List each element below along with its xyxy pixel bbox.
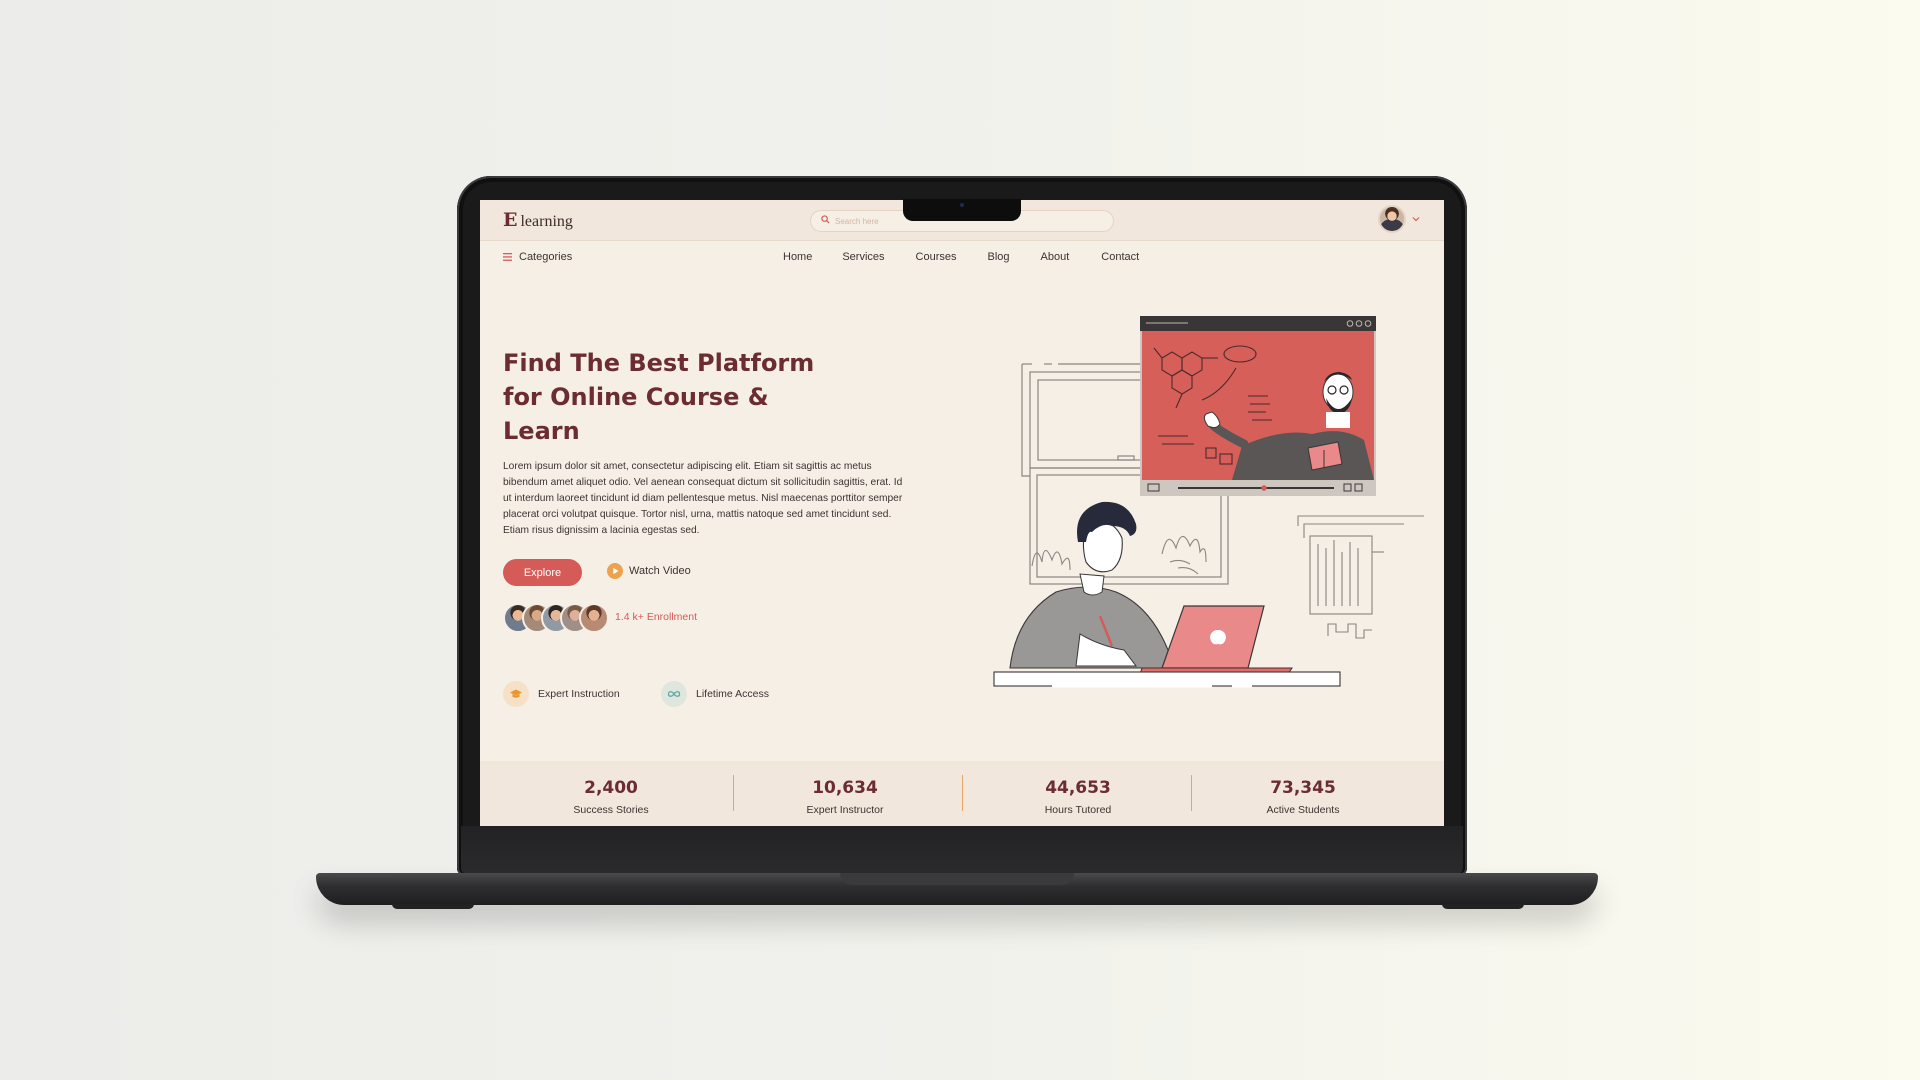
nav-about[interactable]: About xyxy=(1041,251,1070,263)
camera-icon xyxy=(960,203,964,207)
search-icon xyxy=(821,215,830,224)
nav-home[interactable]: Home xyxy=(783,251,812,263)
play-icon xyxy=(607,563,623,579)
nav-links: Home Services Courses Blog About Contact xyxy=(783,251,1139,263)
laptop-opening-notch xyxy=(840,873,1074,885)
stat-label: Active Students xyxy=(1266,804,1340,816)
feature-expert-instruction: Expert Instruction xyxy=(503,681,620,707)
chevron-down-icon[interactable] xyxy=(1412,215,1420,223)
stat-value: 2,400 xyxy=(584,778,638,798)
logo-mark: E xyxy=(503,209,518,231)
hero-description: Lorem ipsum dolor sit amet, consectetur … xyxy=(503,461,903,536)
infinity-icon xyxy=(661,681,687,707)
nav-contact[interactable]: Contact xyxy=(1101,251,1139,263)
categories-menu[interactable]: Categories xyxy=(503,251,572,263)
watch-video-label: Watch Video xyxy=(629,565,691,577)
logo[interactable]: E learning xyxy=(503,209,573,231)
website-screen: E learning Categories Home Service xyxy=(480,200,1444,826)
enrollment-count: 1.4 k+ Enrollment xyxy=(615,611,698,623)
hero-illustration xyxy=(993,316,1424,688)
stat-value: 44,653 xyxy=(1045,778,1111,798)
avatar xyxy=(579,603,609,633)
hamburger-icon xyxy=(503,253,512,261)
watch-video-button[interactable]: Watch Video xyxy=(607,563,691,579)
hero-title: Find The Best Platform for Online Course… xyxy=(503,349,815,445)
feature-lifetime-access: Lifetime Access xyxy=(661,681,769,707)
logo-text: learning xyxy=(520,213,573,230)
laptop-foot-left xyxy=(392,904,474,909)
enrolled-avatars xyxy=(503,603,613,633)
search-input[interactable] xyxy=(835,214,915,228)
categories-label: Categories xyxy=(519,251,573,263)
user-avatar[interactable] xyxy=(1378,205,1406,233)
stat-label: Expert Instructor xyxy=(806,804,884,816)
nav-courses[interactable]: Courses xyxy=(916,251,957,263)
camera-notch xyxy=(903,199,1021,221)
explore-button[interactable]: Explore xyxy=(503,559,582,586)
nav-services[interactable]: Services xyxy=(842,251,884,263)
stat-label: Hours Tutored xyxy=(1044,804,1112,816)
feature-label: Lifetime Access xyxy=(696,688,769,700)
feature-label: Expert Instruction xyxy=(538,688,620,700)
stat-divider xyxy=(962,775,963,811)
main-nav: Categories Home Services Courses Blog Ab… xyxy=(480,240,1444,276)
graduation-cap-icon xyxy=(503,681,529,707)
stat-value: 10,634 xyxy=(812,778,878,798)
stat-value: 73,345 xyxy=(1270,778,1336,798)
laptop-chin xyxy=(461,826,1463,874)
nav-blog[interactable]: Blog xyxy=(988,251,1010,263)
stats-bar: 2,400 Success Stories 10,634 Expert Inst… xyxy=(480,761,1444,826)
laptop-foot-right xyxy=(1442,904,1524,909)
stat-label: Success Stories xyxy=(573,804,649,816)
